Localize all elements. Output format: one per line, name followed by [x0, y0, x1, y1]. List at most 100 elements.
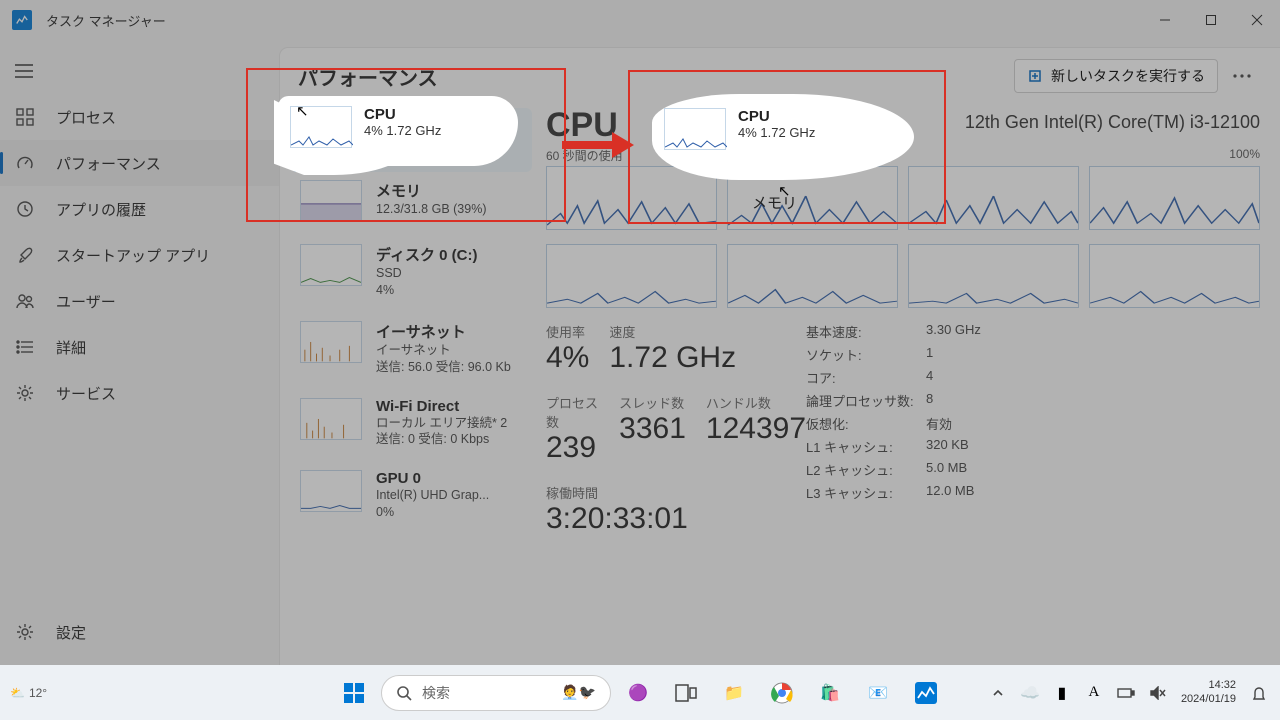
perf-sub: Intel(R) UHD Grap... 0%: [376, 487, 489, 521]
processes-value: 239: [546, 431, 599, 465]
more-button[interactable]: [1222, 59, 1262, 93]
nav-item-processes[interactable]: プロセス: [0, 94, 280, 140]
chrome-button[interactable]: [761, 672, 803, 714]
perf-title: GPU 0: [376, 470, 489, 487]
nav-item-users[interactable]: ユーザー: [0, 278, 280, 324]
wifi-thumb: [300, 398, 362, 440]
perf-sub: SSD 4%: [376, 265, 477, 299]
nav-label: アプリの履歴: [56, 199, 146, 220]
nav-label: 詳細: [56, 337, 86, 358]
threads-value: 3361: [619, 412, 686, 446]
task-manager-button[interactable]: [905, 672, 947, 714]
nav-label: プロセス: [56, 107, 116, 128]
uptime-label: 稼働時間: [546, 483, 806, 502]
weather-widget[interactable]: ⛅ 12°: [10, 686, 47, 700]
spec-value: 8: [926, 391, 1260, 410]
handles-label: ハンドル数: [706, 393, 806, 412]
spec-value: 320 KB: [926, 437, 1260, 456]
spec-value: 1: [926, 345, 1260, 364]
perf-title: ディスク 0 (C:): [376, 244, 477, 265]
disk-thumb: [300, 244, 362, 286]
nav-item-startup-apps[interactable]: スタートアップ アプリ: [0, 232, 280, 278]
volume-mute-icon[interactable]: [1143, 672, 1173, 714]
cpu-chart: [1089, 166, 1260, 230]
hamburger-button[interactable]: [0, 48, 48, 94]
perf-item-disk0[interactable]: ディスク 0 (C:) SSD 4%: [294, 236, 532, 313]
nav-label: サービス: [56, 383, 116, 404]
search-placeholder: 検索: [422, 683, 450, 703]
onedrive-tray-icon[interactable]: ☁️: [1015, 672, 1045, 714]
nav-item-settings[interactable]: 設定: [0, 609, 280, 655]
perf-sub: ローカル エリア接続* 2 送信: 0 受信: 0 Kbps: [376, 415, 507, 449]
start-button[interactable]: [333, 672, 375, 714]
perf-title: イーサネット: [376, 321, 511, 342]
plus-icon: [1027, 68, 1043, 84]
task-view-button[interactable]: [665, 672, 707, 714]
nav-item-performance[interactable]: パフォーマンス: [0, 140, 280, 186]
tray-chevron-button[interactable]: [983, 672, 1013, 714]
speed-label: 速度: [609, 322, 736, 341]
nav-label: 設定: [56, 622, 86, 643]
close-button[interactable]: [1234, 0, 1280, 40]
perf-item-ethernet[interactable]: イーサネット イーサネット 送信: 56.0 受信: 96.0 Kb: [294, 313, 532, 390]
perf-title: CPU: [376, 116, 450, 133]
cpu-chart: [908, 166, 1079, 230]
performance-list: CPU 4% 1.72 GHz メモリ 12.3/31.8 GB (39%) デ…: [280, 104, 540, 665]
taskbar[interactable]: ⛅ 12° 検索 🧑‍💼🐦‍⬛ 🟣 📁 🛍️ 📧 ☁️ ▮ A 14:32 20…: [0, 665, 1280, 720]
perf-sub: 12.3/31.8 GB (39%): [376, 201, 486, 218]
store-button[interactable]: 🛍️: [809, 672, 851, 714]
ime-button[interactable]: A: [1079, 672, 1109, 714]
perf-item-wifi-direct[interactable]: Wi-Fi Direct ローカル エリア接続* 2 送信: 0 受信: 0 K…: [294, 390, 532, 463]
speed-value: 1.72 GHz: [609, 341, 736, 375]
nav-item-details[interactable]: 詳細: [0, 324, 280, 370]
spec-key: 仮想化:: [806, 414, 926, 433]
cpu-chart: [1089, 244, 1260, 308]
cpu-chart: [908, 244, 1079, 308]
history-icon: [14, 198, 36, 220]
maximize-button[interactable]: [1188, 0, 1234, 40]
app-icon: [12, 10, 32, 30]
weather-temp: 12°: [29, 686, 47, 700]
list-icon: [14, 336, 36, 358]
copilot-button[interactable]: 🟣: [617, 672, 659, 714]
spec-value: 3.30 GHz: [926, 322, 1260, 341]
spec-key: L1 キャッシュ:: [806, 437, 926, 456]
window-title: タスク マネージャー: [46, 11, 166, 30]
minimize-button[interactable]: [1142, 0, 1188, 40]
outlook-button[interactable]: 📧: [857, 672, 899, 714]
uptime-value: 3:20:33:01: [546, 502, 806, 536]
perf-sub: イーサネット 送信: 56.0 受信: 96.0 Kb: [376, 342, 511, 376]
threads-label: スレッド数: [619, 393, 686, 412]
nav-item-services[interactable]: サービス: [0, 370, 280, 416]
perf-item-memory[interactable]: メモリ 12.3/31.8 GB (39%): [294, 172, 532, 236]
clock[interactable]: 14:32 2024/01/19: [1181, 679, 1236, 705]
notification-button[interactable]: [1244, 672, 1274, 714]
tray-app-icon[interactable]: ▮: [1047, 672, 1077, 714]
cpu-specs-grid: 基本速度:3.30 GHzソケット:1コア:4論理プロセッサ数:8仮想化:有効L…: [806, 322, 1260, 554]
spec-key: 論理プロセッサ数:: [806, 391, 926, 410]
perf-item-cpu[interactable]: CPU 4% 1.72 GHz: [291, 108, 532, 172]
cpu-chart: [727, 166, 898, 230]
file-explorer-button[interactable]: 📁: [713, 672, 755, 714]
search-icon: [396, 685, 412, 701]
spec-value: 有効: [926, 414, 1260, 433]
nav-item-app-history[interactable]: アプリの履歴: [0, 186, 280, 232]
ethernet-thumb: [300, 321, 362, 363]
perf-item-gpu0[interactable]: GPU 0 Intel(R) UHD Grap... 0%: [294, 462, 532, 535]
rocket-icon: [14, 244, 36, 266]
spec-value: 12.0 MB: [926, 483, 1260, 502]
spec-key: 基本速度:: [806, 322, 926, 341]
spec-key: L2 キャッシュ:: [806, 460, 926, 479]
perf-title: メモリ: [376, 180, 486, 201]
new-task-button[interactable]: 新しいタスクを実行する: [1014, 59, 1218, 93]
spec-value: 5.0 MB: [926, 460, 1260, 479]
cpu-chart: [727, 244, 898, 308]
titlebar: タスク マネージャー: [0, 0, 1280, 40]
cpu-chart-row-2: [546, 244, 1260, 308]
weather-icon: ⛅: [10, 686, 25, 700]
cpu-chart: [546, 166, 717, 230]
search-box[interactable]: 検索 🧑‍💼🐦‍⬛: [381, 675, 611, 711]
search-avatars: 🧑‍💼🐦‍⬛: [561, 684, 596, 701]
gpu-thumb: [300, 470, 362, 512]
battery-icon[interactable]: [1111, 672, 1141, 714]
